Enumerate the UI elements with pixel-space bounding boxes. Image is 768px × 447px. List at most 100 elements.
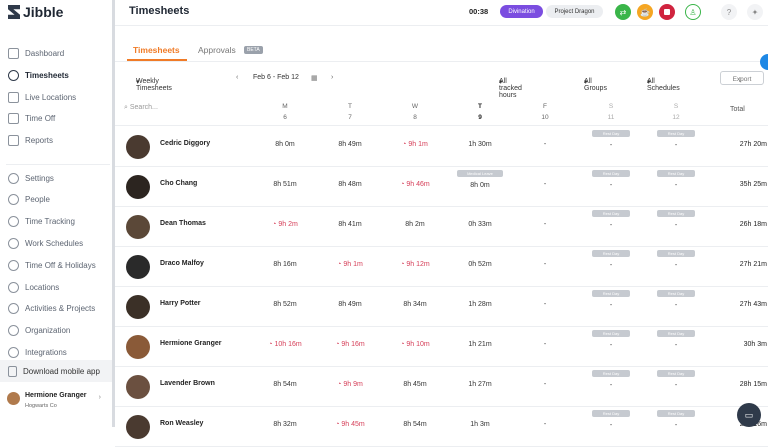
time-cell[interactable]: 8h 49m	[320, 301, 380, 308]
table-row[interactable]: Harry Potter 8h 52m 8h 49m 8h 34m 1h 28m - Res…	[115, 287, 768, 327]
member-name[interactable]: Draco Malfoy	[160, 260, 204, 267]
floating-action-button[interactable]	[760, 54, 768, 70]
member-name[interactable]: Cedric Diggory	[160, 140, 210, 147]
sidebar-item-live-locations[interactable]: Live Locations	[0, 87, 112, 107]
next-week-button[interactable]: ›	[331, 74, 333, 81]
calendar-icon[interactable]: ▦	[311, 74, 318, 82]
table-row[interactable]: Lavender Brown 8h 54m ◔ 9h 9m 8h 45m 1h 27m -…	[115, 367, 768, 407]
sidebar-item-timesheets[interactable]: Timesheets	[0, 65, 112, 85]
time-cell[interactable]: 8h 0m	[450, 182, 510, 189]
time-cell[interactable]: 0h 33m	[450, 221, 510, 228]
table-row[interactable]: Cho Chang 8h 51m 8h 48m ◔ 9h 46m Medical Lea…	[115, 167, 768, 207]
time-cell[interactable]: ◔ 9h 2m	[255, 221, 315, 228]
time-cell[interactable]: 8h 41m	[320, 221, 380, 228]
activity-pill[interactable]: Divination	[500, 5, 543, 18]
time-cell[interactable]: ◔ 9h 46m	[385, 181, 445, 188]
time-cell[interactable]: -	[515, 301, 575, 308]
time-cell[interactable]: 8h 16m	[255, 261, 315, 268]
time-cell[interactable]: ◔ 9h 16m	[320, 341, 380, 348]
time-cell[interactable]: ◔ 9h 1m	[385, 141, 445, 148]
time-cell[interactable]: 1h 28m	[450, 301, 510, 308]
time-cell[interactable]: 8h 49m	[320, 141, 380, 148]
time-cell[interactable]: -	[581, 382, 641, 389]
time-cell[interactable]: 8h 0m	[255, 141, 315, 148]
time-cell[interactable]: -	[581, 302, 641, 309]
chat-button[interactable]: ▭	[737, 403, 761, 427]
sidebar-item-locations[interactable]: Locations	[0, 277, 112, 297]
time-cell[interactable]: 8h 48m	[320, 181, 380, 188]
table-row[interactable]: Dean Thomas ◔ 9h 2m 8h 41m 8h 2m 0h 33m - Rest…	[115, 207, 768, 247]
time-cell[interactable]: -	[515, 141, 575, 148]
time-cell[interactable]: -	[646, 382, 706, 389]
clock-status-button[interactable]: ♙	[685, 4, 701, 20]
table-row[interactable]: Hermione Granger ◔ 10h 16m ◔ 9h 16m ◔ 9h 10…	[115, 327, 768, 367]
jibble-logo[interactable]: Jibble	[8, 3, 63, 21]
switch-activity-button[interactable]: ⇄	[615, 4, 631, 20]
time-cell[interactable]: -	[515, 221, 575, 228]
help-button[interactable]: ?	[721, 4, 737, 20]
user-profile[interactable]: Hermione Granger Hogwarts Co ›	[7, 390, 111, 416]
tab-approvals[interactable]: Approvals	[198, 45, 236, 55]
time-cell[interactable]: -	[646, 302, 706, 309]
time-cell[interactable]: 0h 52m	[450, 261, 510, 268]
time-cell[interactable]: 1h 21m	[450, 341, 510, 348]
time-cell[interactable]: ◔ 10h 16m	[255, 341, 315, 348]
sidebar-item-people[interactable]: People	[0, 190, 112, 210]
updates-button[interactable]: ✦	[747, 4, 763, 20]
tab-timesheets[interactable]: Timesheets	[133, 45, 180, 55]
member-name[interactable]: Cho Chang	[160, 180, 197, 187]
table-row[interactable]: Ron Weasley 8h 32m ◔ 9h 45m 8h 54m 1h 3m - Res…	[115, 407, 768, 447]
time-cell[interactable]: ◔ 9h 10m	[385, 341, 445, 348]
member-name[interactable]: Dean Thomas	[160, 220, 206, 227]
time-cell[interactable]: 8h 51m	[255, 181, 315, 188]
prev-week-button[interactable]: ‹	[236, 74, 238, 81]
time-cell[interactable]: -	[646, 262, 706, 269]
table-row[interactable]: Cedric Diggory 8h 0m 8h 49m ◔ 9h 1m 1h 30m - R…	[115, 127, 768, 167]
sidebar-item-activities-projects[interactable]: Activities & Projects	[0, 299, 112, 319]
time-cell[interactable]: -	[581, 222, 641, 229]
time-cell[interactable]: 8h 54m	[255, 381, 315, 388]
time-cell[interactable]: ◔ 9h 1m	[320, 261, 380, 268]
time-cell[interactable]: ◔ 9h 12m	[385, 261, 445, 268]
break-button[interactable]: ☕	[637, 4, 653, 20]
member-name[interactable]: Ron Weasley	[160, 420, 203, 427]
time-cell[interactable]: 1h 30m	[450, 141, 510, 148]
sidebar-item-time-tracking[interactable]: Time Tracking	[0, 212, 112, 232]
time-cell[interactable]: -	[515, 181, 575, 188]
time-cell[interactable]: 8h 34m	[385, 301, 445, 308]
export-button[interactable]: ⇪ Export	[720, 71, 764, 85]
sidebar-item-settings[interactable]: Settings	[0, 168, 112, 188]
time-cell[interactable]: 8h 52m	[255, 301, 315, 308]
sidebar-item-time-off-holidays[interactable]: Time Off & Holidays	[0, 255, 112, 275]
time-cell[interactable]: -	[646, 182, 706, 189]
time-cell[interactable]: -	[581, 182, 641, 189]
time-cell[interactable]: -	[515, 261, 575, 268]
member-name[interactable]: Hermione Granger	[160, 340, 221, 347]
member-name[interactable]: Harry Potter	[160, 300, 200, 307]
sidebar-item-dashboard[interactable]: Dashboard	[0, 43, 112, 63]
time-cell[interactable]: -	[646, 222, 706, 229]
time-cell[interactable]: 1h 27m	[450, 381, 510, 388]
sidebar-item-time-off[interactable]: Time Off	[0, 108, 112, 128]
time-cell[interactable]: -	[581, 342, 641, 349]
time-cell[interactable]: -	[581, 142, 641, 149]
stop-button[interactable]	[659, 4, 675, 20]
sidebar-item-work-schedules[interactable]: Work Schedules	[0, 233, 112, 253]
time-cell[interactable]: ◔ 9h 9m	[320, 381, 380, 388]
time-cell[interactable]: 8h 2m	[385, 221, 445, 228]
time-cell[interactable]: -	[646, 422, 706, 429]
time-cell[interactable]: -	[646, 342, 706, 349]
sidebar-item-organization[interactable]: Organization	[0, 321, 112, 341]
member-name[interactable]: Lavender Brown	[160, 380, 215, 387]
time-cell[interactable]: -	[515, 341, 575, 348]
time-cell[interactable]: 8h 45m	[385, 381, 445, 388]
project-pill[interactable]: Project Dragon	[546, 5, 603, 18]
time-cell[interactable]: -	[581, 262, 641, 269]
download-mobile-app-button[interactable]: Download mobile app	[0, 360, 112, 382]
time-cell[interactable]: -	[515, 381, 575, 388]
sidebar-item-reports[interactable]: Reports	[0, 130, 112, 150]
time-cell[interactable]: -	[646, 142, 706, 149]
table-row[interactable]: Draco Malfoy 8h 16m ◔ 9h 1m ◔ 9h 12m 0h 52m -…	[115, 247, 768, 287]
date-range[interactable]: Feb 6 - Feb 12	[253, 74, 299, 81]
time-cell[interactable]: -	[581, 422, 641, 429]
